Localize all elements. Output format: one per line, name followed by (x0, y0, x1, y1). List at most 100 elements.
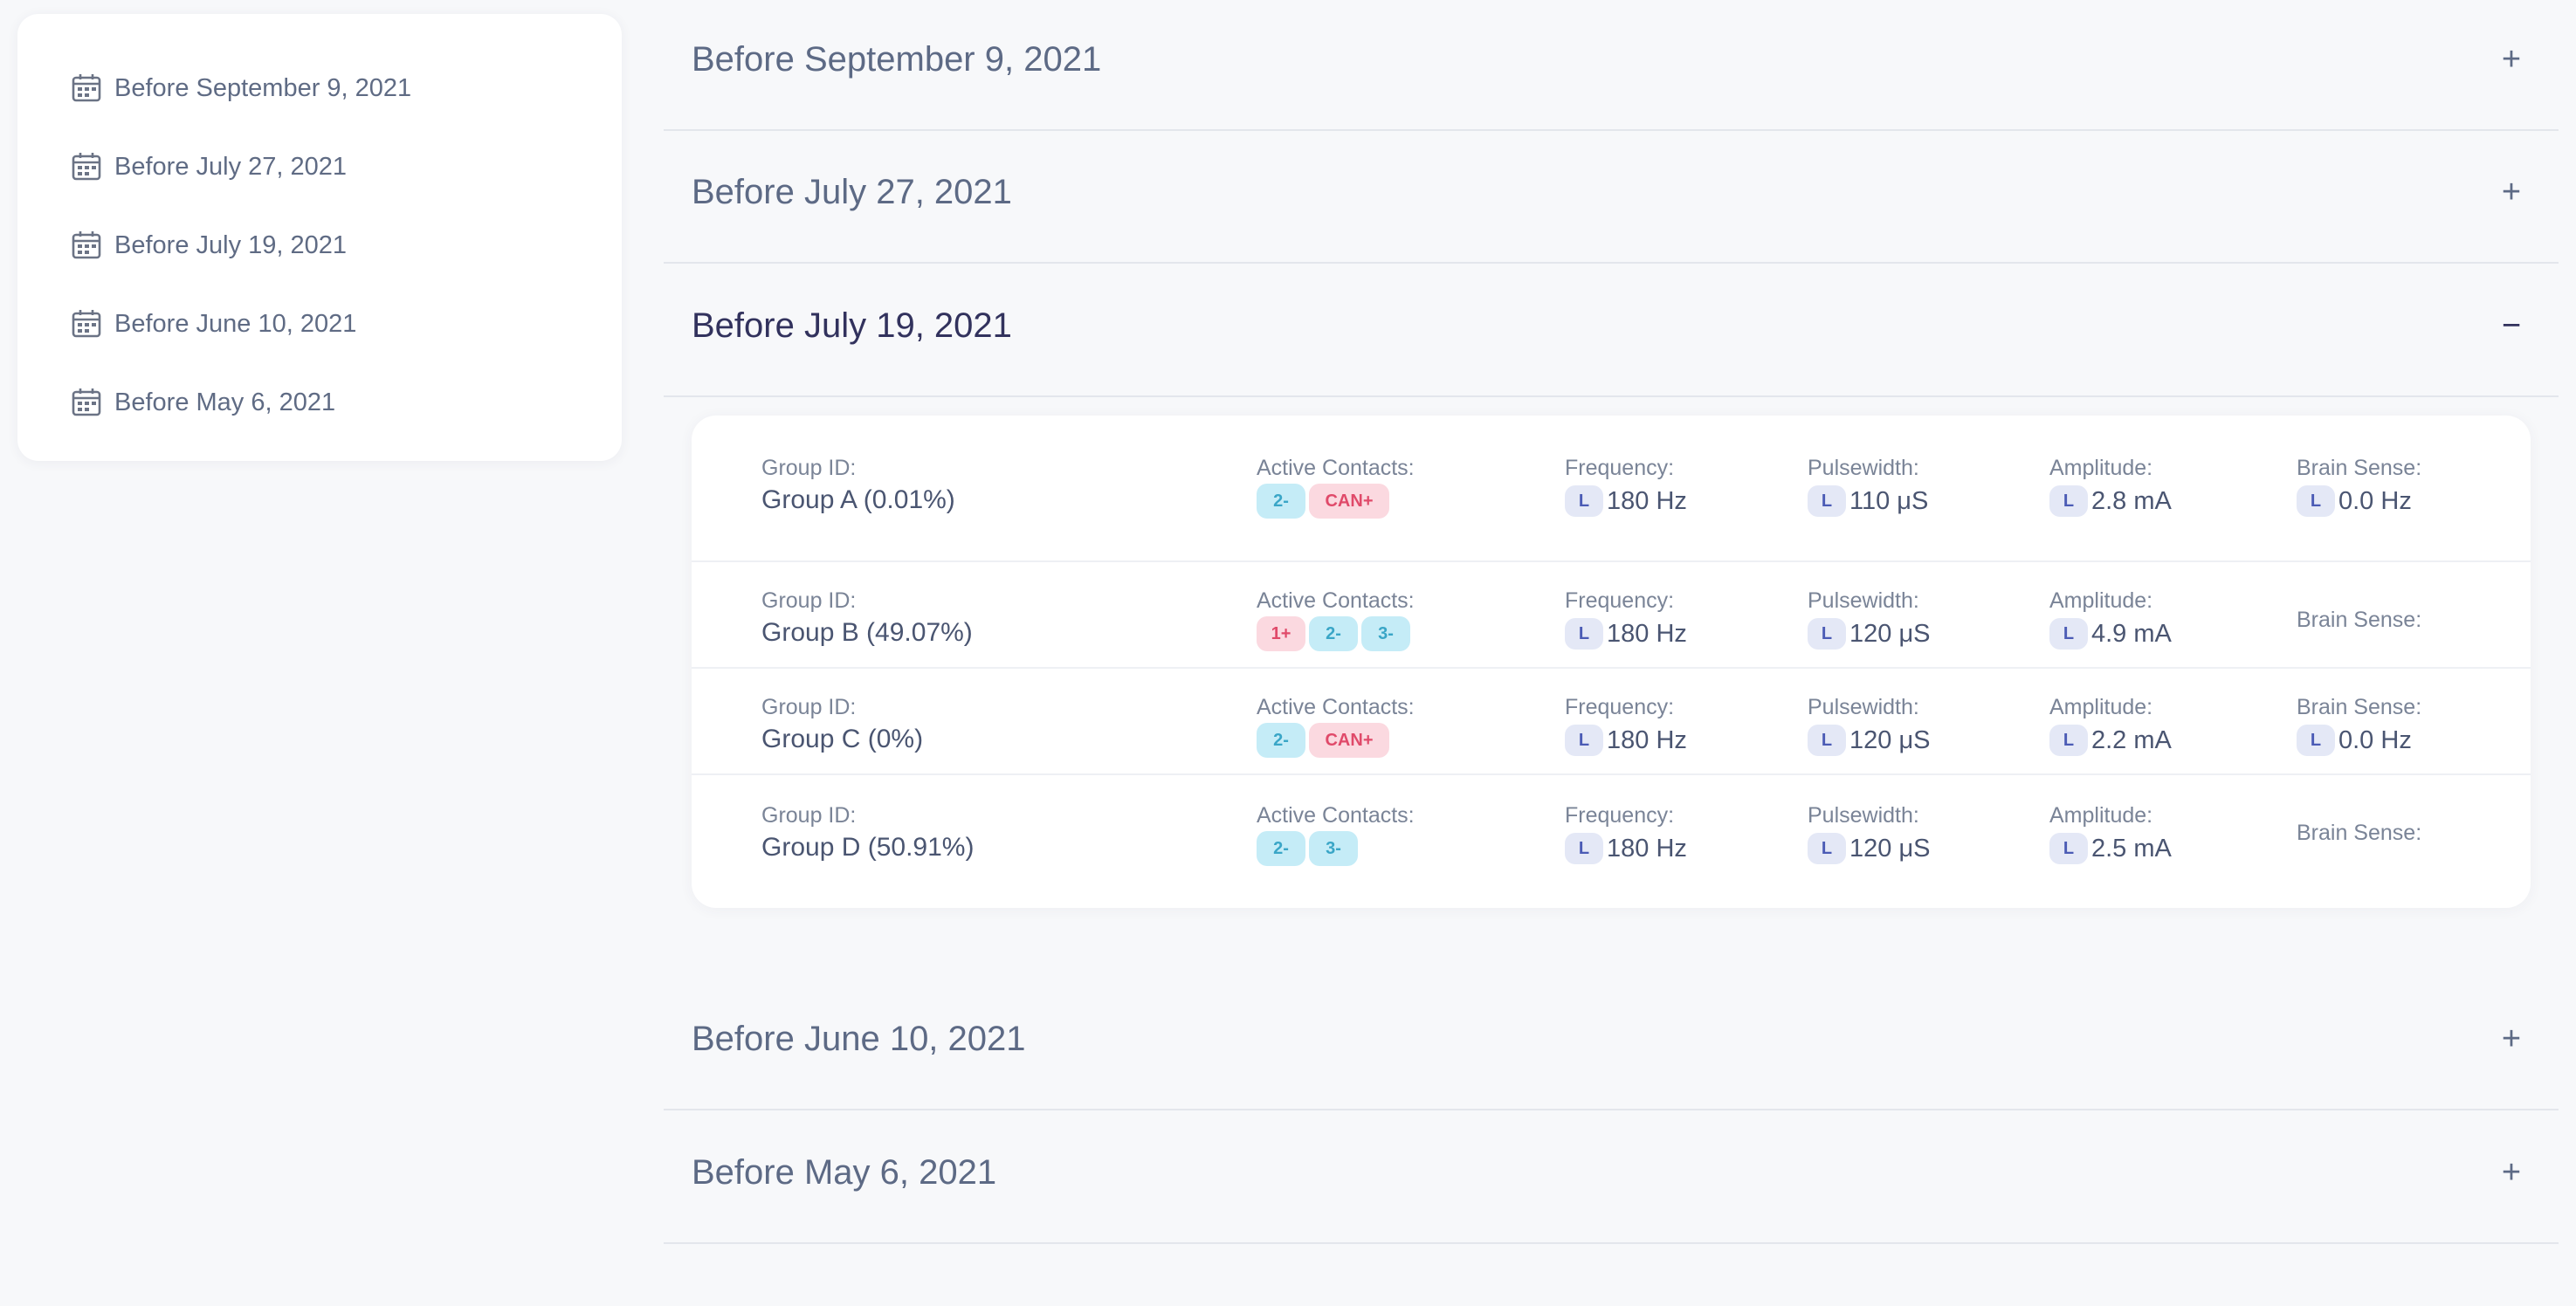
frequency-label: Frequency: (1565, 695, 1675, 719)
collapse-icon[interactable]: − (2490, 305, 2532, 347)
pulsewidth-value-wrap: L 110 μS (1808, 485, 1928, 517)
amplitude-value: 4.9 mA (2091, 619, 2172, 648)
sidebar-item-label: Before July 19, 2021 (114, 230, 348, 259)
frequency-value-wrap: L 180 Hz (1565, 485, 1687, 517)
section-title: Before May 6, 2021 (692, 1153, 997, 1192)
sidebar-item-label: Before July 27, 2021 (114, 152, 348, 181)
amplitude-value: 2.5 mA (2091, 834, 2172, 863)
amplitude-label: Amplitude: (2049, 456, 2153, 480)
sidebar-item-jul-27-2021[interactable]: Before July 27, 2021 (72, 142, 347, 191)
accordion-header-jul-19-2021[interactable]: Before July 19, 2021 − (664, 266, 2559, 397)
accordion-header-may-6-2021[interactable]: Before May 6, 2021 + (664, 1113, 2559, 1244)
side-badge: L (2049, 833, 2088, 864)
side-badge: L (2297, 485, 2335, 517)
amplitude-value: 2.8 mA (2091, 486, 2172, 515)
brain-sense-label: Brain Sense: (2297, 608, 2422, 632)
section-title: Before July 27, 2021 (692, 173, 1012, 211)
side-badge: L (1565, 725, 1603, 756)
contact-badge: CAN+ (1309, 484, 1389, 519)
amplitude-label: Amplitude: (2049, 695, 2153, 719)
pulsewidth-value: 120 μS (1849, 834, 1931, 863)
pulsewidth-value: 110 μS (1849, 486, 1929, 515)
sidebar-item-sep-9-2021[interactable]: Before September 9, 2021 (72, 64, 411, 113)
frequency-value: 180 Hz (1607, 834, 1687, 863)
calendar-icon (72, 73, 101, 103)
section-title: Before June 10, 2021 (692, 1020, 1026, 1058)
accordion-header-jul-27-2021[interactable]: Before July 27, 2021 + (664, 133, 2559, 264)
frequency-value: 180 Hz (1607, 619, 1687, 648)
settings-panel: Group ID: Group A (0.01%) Active Contact… (692, 416, 2531, 908)
frequency-label: Frequency: (1565, 456, 1675, 480)
brain-sense-value: 0.0 Hz (2338, 725, 2412, 754)
frequency-value-wrap: L 180 Hz (1565, 618, 1687, 650)
calendar-icon (72, 309, 101, 339)
contacts-list: 1+ 2- 3- (1257, 616, 1414, 651)
pulsewidth-value-wrap: L 120 μS (1808, 725, 1931, 756)
accordion-header-sep-9-2021[interactable]: Before September 9, 2021 + (664, 0, 2559, 131)
sidebar-item-jul-19-2021[interactable]: Before July 19, 2021 (72, 221, 347, 270)
side-badge: L (1808, 725, 1846, 756)
pulsewidth-value: 120 μS (1849, 619, 1931, 648)
contact-badge: 2- (1257, 723, 1305, 758)
contact-badge: 3- (1361, 616, 1410, 651)
side-badge: L (1808, 618, 1846, 650)
side-badge: L (1565, 618, 1603, 650)
amplitude-label: Amplitude: (2049, 803, 2153, 828)
contact-badge: 2- (1309, 616, 1358, 651)
expand-icon[interactable]: + (2490, 38, 2532, 80)
side-badge: L (1565, 485, 1603, 517)
amplitude-value-wrap: L 2.8 mA (2049, 485, 2172, 517)
amplitude-value: 2.2 mA (2091, 725, 2172, 754)
contact-badge: 3- (1309, 831, 1358, 866)
group-row: Group ID: Group C (0%) Active Contacts: … (692, 667, 2531, 773)
side-badge: L (2049, 618, 2088, 650)
group-id-value: Group D (50.91%) (761, 833, 975, 862)
pulsewidth-value-wrap: L 120 μS (1808, 833, 1931, 864)
brain-sense-value-wrap: L 0.0 Hz (2297, 725, 2412, 756)
group-id-value: Group C (0%) (761, 725, 924, 753)
section-title: Before July 19, 2021 (692, 306, 1012, 345)
accordion-header-jun-10-2021[interactable]: Before June 10, 2021 + (664, 980, 2559, 1110)
contact-badge: 1+ (1257, 616, 1305, 651)
sidebar-nav: Before September 9, 2021 Before July 27,… (17, 14, 622, 461)
sidebar-item-jun-10-2021[interactable]: Before June 10, 2021 (72, 299, 356, 348)
brain-sense-label: Brain Sense: (2297, 821, 2422, 845)
pulsewidth-label: Pulsewidth: (1808, 588, 1919, 613)
active-contacts-label: Active Contacts: (1257, 695, 1415, 719)
brain-sense-value: 0.0 Hz (2338, 486, 2412, 515)
sidebar-item-label: Before May 6, 2021 (114, 388, 336, 416)
side-badge: L (1565, 833, 1603, 864)
calendar-icon (72, 152, 101, 182)
sidebar-item-may-6-2021[interactable]: Before May 6, 2021 (72, 378, 335, 427)
group-id-label: Group ID: (761, 695, 857, 719)
pulsewidth-value-wrap: L 120 μS (1808, 618, 1931, 650)
side-badge: L (1808, 485, 1846, 517)
amplitude-value-wrap: L 2.5 mA (2049, 833, 2172, 864)
group-row: Group ID: Group B (49.07%) Active Contac… (692, 560, 2531, 667)
amplitude-label: Amplitude: (2049, 588, 2153, 613)
amplitude-value-wrap: L 4.9 mA (2049, 618, 2172, 650)
frequency-value-wrap: L 180 Hz (1565, 833, 1687, 864)
active-contacts-label: Active Contacts: (1257, 588, 1415, 613)
frequency-value: 180 Hz (1607, 486, 1687, 515)
amplitude-value-wrap: L 2.2 mA (2049, 725, 2172, 756)
sidebar-item-label: Before June 10, 2021 (114, 309, 357, 338)
pulsewidth-value: 120 μS (1849, 725, 1931, 754)
expand-icon[interactable]: + (2490, 171, 2532, 213)
group-row: Group ID: Group D (50.91%) Active Contac… (692, 773, 2531, 880)
contact-badge: 2- (1257, 831, 1305, 866)
contacts-list: 2- 3- (1257, 831, 1361, 866)
calendar-icon (72, 230, 101, 260)
expand-icon[interactable]: + (2490, 1018, 2532, 1060)
side-badge: L (2049, 485, 2088, 517)
frequency-label: Frequency: (1565, 588, 1675, 613)
expand-icon[interactable]: + (2490, 1151, 2532, 1193)
group-id-value: Group A (0.01%) (761, 485, 955, 514)
calendar-icon (72, 388, 101, 417)
active-contacts-label: Active Contacts: (1257, 803, 1415, 828)
pulsewidth-label: Pulsewidth: (1808, 695, 1919, 719)
contact-badge: 2- (1257, 484, 1305, 519)
side-badge: L (2297, 725, 2335, 756)
section-title: Before September 9, 2021 (692, 40, 1102, 79)
frequency-value-wrap: L 180 Hz (1565, 725, 1687, 756)
